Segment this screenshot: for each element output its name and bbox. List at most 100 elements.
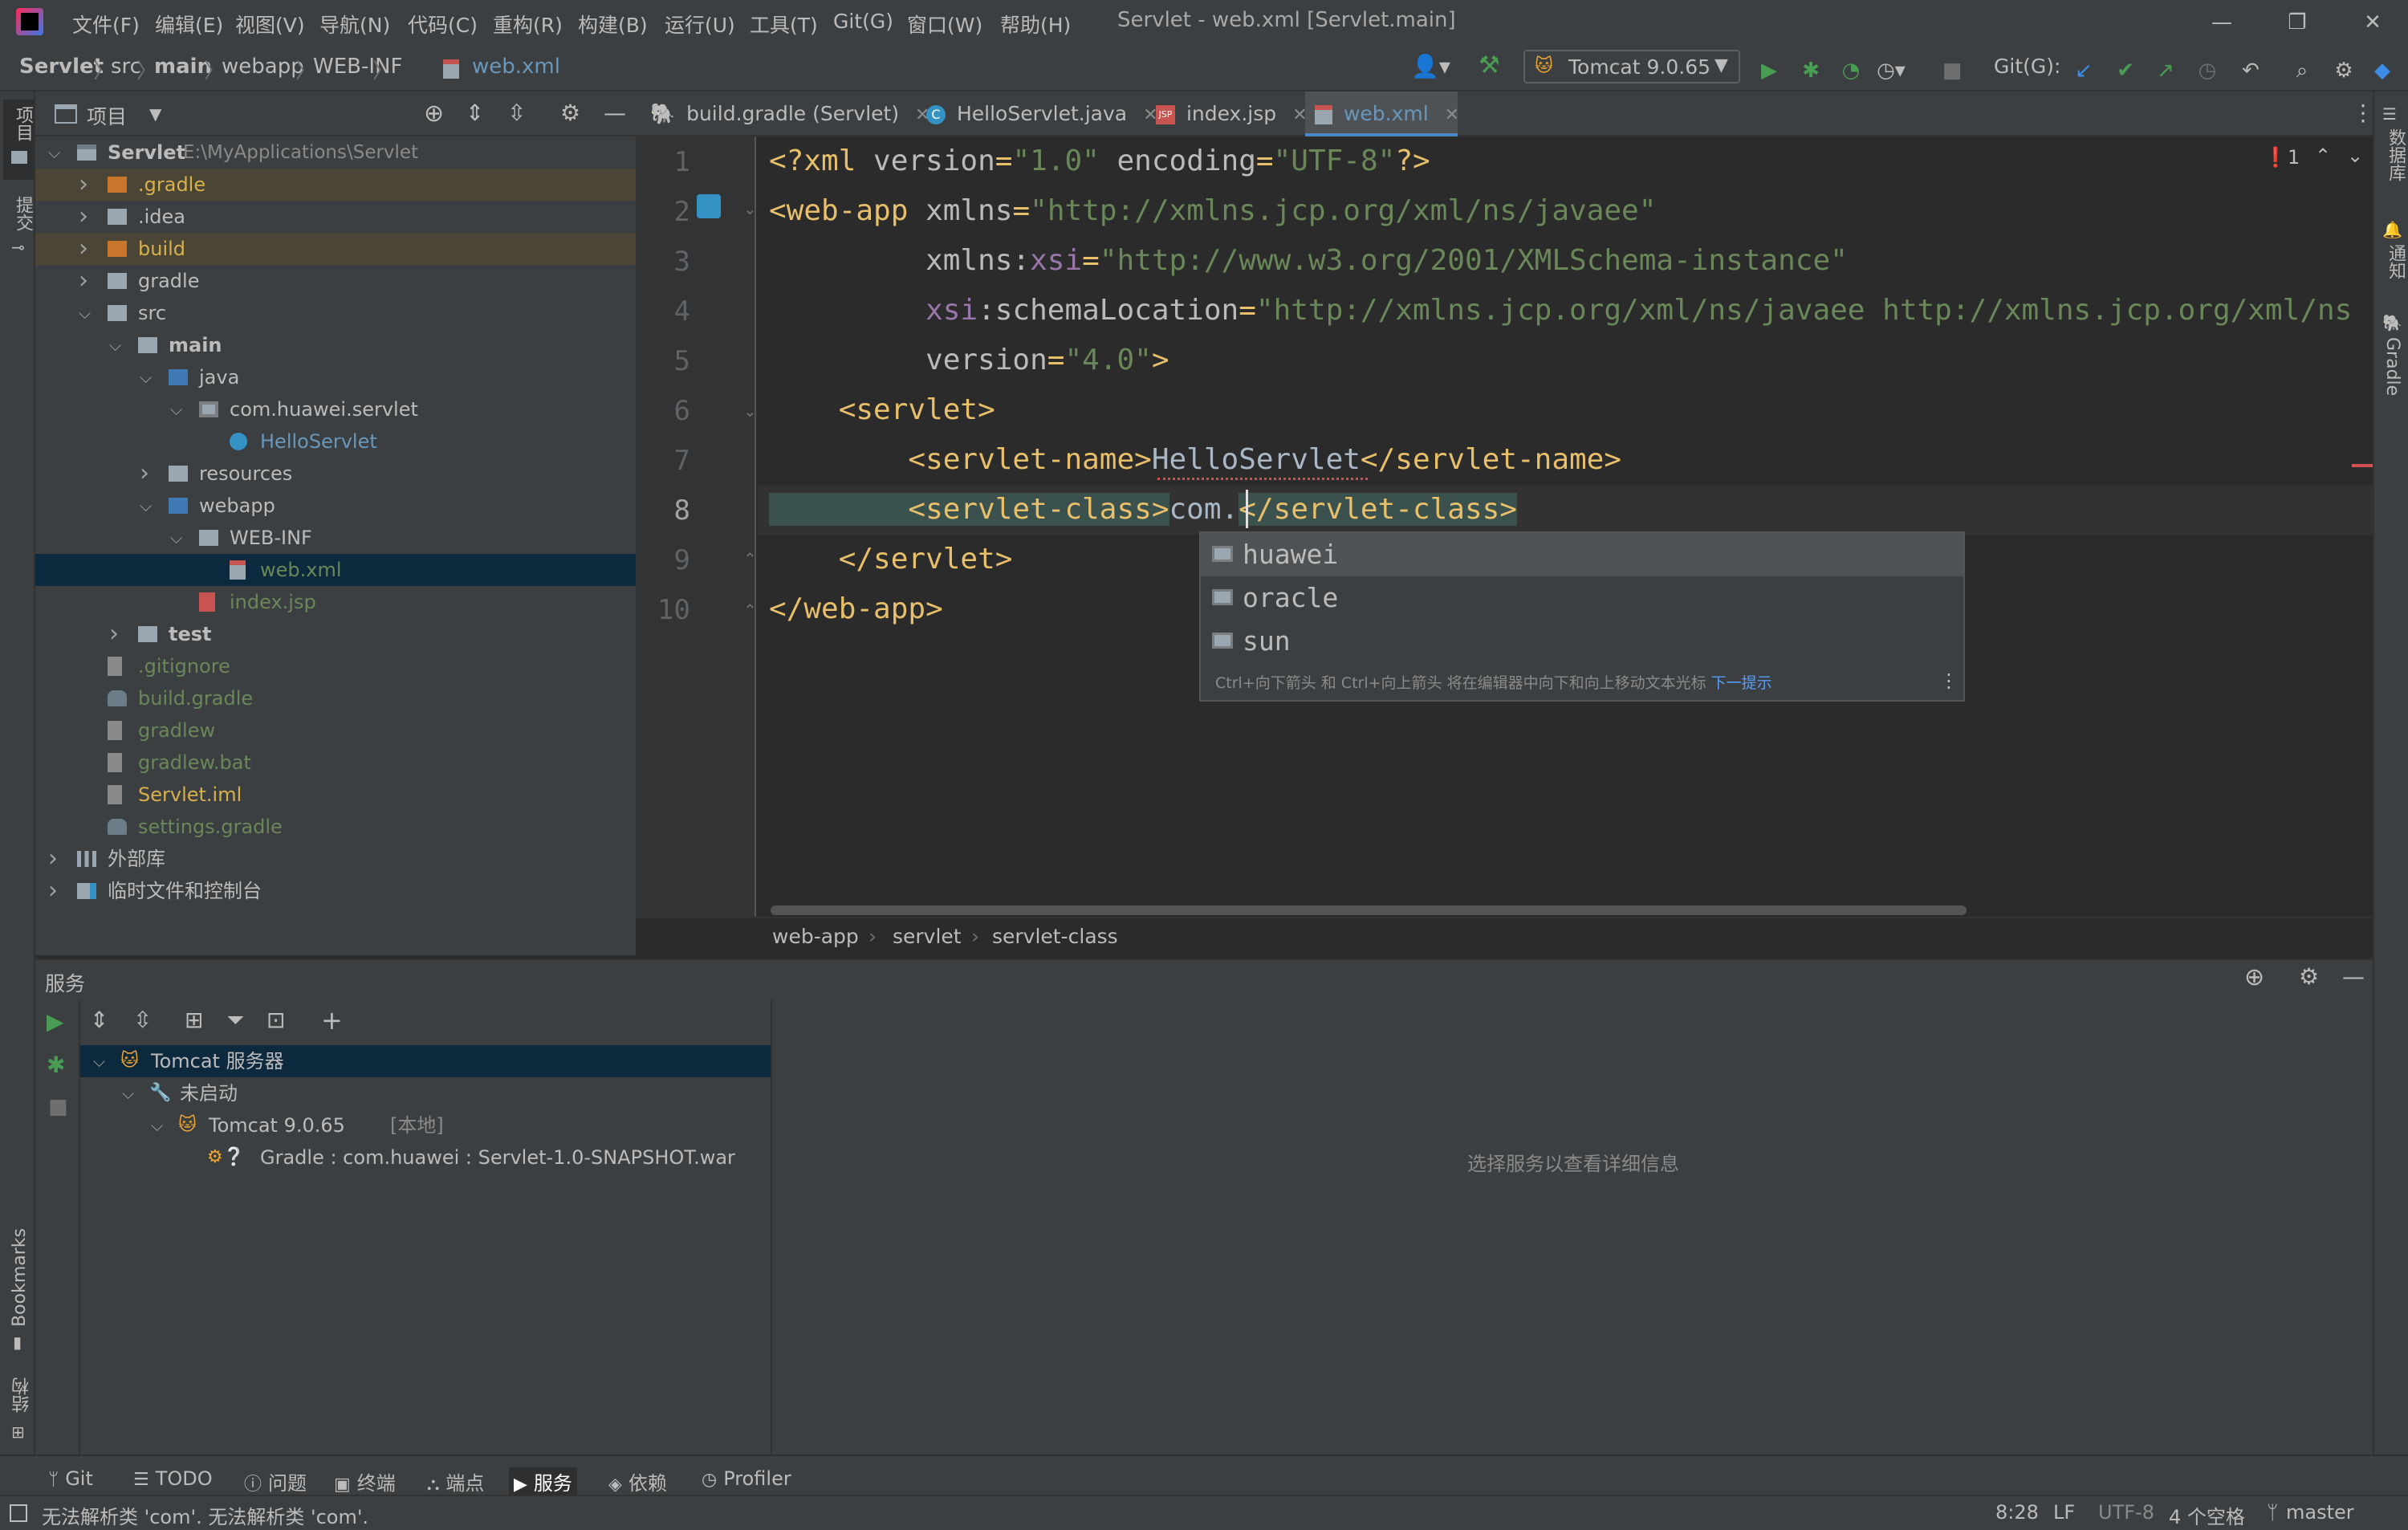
tab-web-xml[interactable]: web.xml ✕: [1305, 92, 1459, 136]
error-count[interactable]: 1: [2288, 146, 2300, 169]
project-tree-item[interactable]: gradlew.bat: [35, 747, 636, 779]
tab-index-jsp[interactable]: JSP index.jsp ✕: [1149, 92, 1308, 136]
code-line[interactable]: xsi:schemaLocation="http://xmlns.jcp.org…: [769, 286, 2352, 336]
breadcrumb-web-app[interactable]: web-app: [772, 925, 859, 948]
expand-all-icon[interactable]: ⇕: [466, 100, 484, 126]
structure-tool-button[interactable]: 结构 ⊞: [3, 1374, 34, 1447]
code-line[interactable]: </web-app>: [769, 584, 943, 634]
menu-item-8[interactable]: 工具(T): [750, 10, 818, 39]
menu-item-9[interactable]: Git(G): [833, 10, 893, 33]
services-tree-item[interactable]: ⌵ 🐱 Tomcat 9.0.65 [本地]: [80, 1109, 771, 1141]
fold-icon[interactable]: ⌄: [743, 401, 757, 421]
tool-window-6[interactable]: ◈ 依赖: [608, 1467, 667, 1495]
fold-icon[interactable]: ⌄: [743, 199, 757, 218]
chevron-down-icon[interactable]: ⌵: [93, 1045, 105, 1077]
code-line[interactable]: <servlet>: [769, 385, 995, 435]
git-update-icon[interactable]: ↙: [2069, 56, 2098, 85]
horizontal-scrollbar[interactable]: [771, 905, 1967, 915]
menu-item-10[interactable]: 窗口(W): [907, 10, 982, 39]
project-panel-title[interactable]: 项目: [87, 101, 127, 130]
panel-settings-gear-icon[interactable]: ⚙: [2299, 963, 2319, 990]
project-tree-item[interactable]: › .idea: [35, 201, 636, 233]
completion-item[interactable]: sun: [1201, 620, 1963, 663]
close-window-button[interactable]: ✕: [2357, 6, 2389, 39]
fold-icon[interactable]: ⌃: [743, 600, 757, 620]
git-push-icon[interactable]: ↗: [2151, 56, 2180, 85]
tool-window-4[interactable]: ⛬ 端点: [427, 1467, 484, 1495]
project-tree-item[interactable]: ⌵ WEB-INF: [35, 522, 636, 554]
search-icon[interactable]: ⌕: [2288, 56, 2316, 85]
chevron-down-icon[interactable]: ⌵: [170, 522, 182, 554]
fold-icon[interactable]: ⌃: [743, 549, 757, 568]
notifications-tool-button[interactable]: 🔔 通知: [2377, 220, 2406, 292]
services-tree-item[interactable]: ⚙❔ Gradle : com.huawei : Servlet-1.0-SNAP…: [80, 1141, 771, 1174]
project-tree-item[interactable]: › 临时文件和控制台: [35, 875, 636, 907]
services-tree-item[interactable]: ⌵ 🐱 Tomcat 服务器: [80, 1045, 771, 1077]
bookmarks-tool-button[interactable]: Bookmarks ▮: [3, 1225, 34, 1353]
run-icon[interactable]: ▶: [47, 1008, 64, 1035]
profile-icon[interactable]: ◷▾: [1877, 56, 1906, 85]
chevron-down-icon[interactable]: ⌵: [79, 297, 91, 329]
new-tab-icon[interactable]: ⊡: [266, 1007, 285, 1033]
tab-helloservlet-java[interactable]: C HelloServlet.java ✕: [920, 92, 1158, 136]
close-icon[interactable]: ✕: [1445, 105, 1459, 125]
code-line[interactable]: xmlns:xsi="http://www.w3.org/2001/XMLSch…: [769, 236, 1848, 286]
code-line[interactable]: <?xml version="1.0" encoding="UTF-8"?>: [769, 136, 1430, 186]
stop-icon[interactable]: ■: [1938, 56, 1967, 85]
project-tree-item[interactable]: web.xml: [35, 554, 636, 586]
stop-icon[interactable]: ■: [48, 1095, 68, 1119]
project-tree-item[interactable]: ⌵ java: [35, 361, 636, 393]
locate-icon[interactable]: ⊕: [2244, 963, 2264, 991]
tool-window-1[interactable]: ☰ TODO: [133, 1467, 213, 1490]
project-tree-item[interactable]: build.gradle: [35, 682, 636, 714]
menu-item-11[interactable]: 帮助(H): [1000, 10, 1071, 39]
chevron-down-icon[interactable]: ⌵: [140, 490, 152, 522]
chevron-down-icon[interactable]: ▼: [149, 104, 161, 124]
panel-settings-gear-icon[interactable]: ⚙: [560, 100, 580, 126]
tool-window-7[interactable]: ◷ Profiler: [702, 1467, 791, 1490]
project-tree-item[interactable]: HelloServlet: [35, 425, 636, 458]
next-tip-link[interactable]: 下一提示: [1711, 674, 1772, 692]
commit-tool-button[interactable]: 提交 ⊸: [3, 189, 34, 262]
nav-crumb-0[interactable]: Servlet: [19, 55, 104, 79]
project-tree-item[interactable]: ⌵ main: [35, 329, 636, 361]
git-commit-icon[interactable]: ✔: [2111, 56, 2140, 85]
code-line[interactable]: </servlet>: [769, 535, 1013, 584]
web-icon-gutter[interactable]: [697, 194, 721, 218]
project-tree-item[interactable]: index.jsp: [35, 586, 636, 618]
debug-icon[interactable]: ✱: [47, 1052, 65, 1078]
project-tree-item[interactable]: settings.gradle: [35, 811, 636, 843]
chevron-right-icon[interactable]: ›: [79, 233, 88, 265]
project-tree-item[interactable]: ⌵ com.huawei.servlet: [35, 393, 636, 425]
project-tree-item[interactable]: › build: [35, 233, 636, 265]
project-tree-item[interactable]: › resources: [35, 458, 636, 490]
filter-icon[interactable]: ⏷: [226, 1007, 244, 1034]
group-icon[interactable]: ⊞: [185, 1007, 203, 1033]
status-square-icon[interactable]: [10, 1504, 27, 1522]
code-line[interactable]: <web-app xmlns="http://xmlns.jcp.org/xml…: [769, 186, 1656, 236]
project-tree-item[interactable]: .gitignore: [35, 650, 636, 682]
menu-item-0[interactable]: 文件(F): [72, 10, 140, 39]
git-history-icon[interactable]: ◷: [2193, 56, 2222, 85]
expand-all-icon[interactable]: ⇕: [90, 1007, 108, 1033]
chevron-right-icon[interactable]: ›: [79, 201, 88, 233]
line-separator[interactable]: LF: [2053, 1501, 2075, 1524]
tab-build-gradle[interactable]: 🐘 build.gradle (Servlet) ✕: [642, 92, 929, 136]
code-line[interactable]: <servlet-class>com.</servlet-class>: [769, 485, 1517, 535]
run-config-selector[interactable]: 🐱 Tomcat 9.0.65 ▼: [1523, 50, 1740, 83]
user-icon[interactable]: 👤▾: [1411, 53, 1450, 79]
chevron-right-icon[interactable]: ›: [48, 843, 58, 875]
settings-gear-icon[interactable]: ⚙: [2329, 56, 2358, 85]
chevron-down-icon[interactable]: ⌵: [122, 1077, 134, 1109]
chevron-down-icon[interactable]: ⌵: [170, 393, 182, 425]
tabs-more-icon[interactable]: ⋮: [2352, 100, 2374, 126]
chevron-down-icon[interactable]: ⌵: [140, 361, 152, 393]
tool-window-3[interactable]: ▣ 终端: [334, 1467, 396, 1495]
breadcrumb-servlet[interactable]: servlet: [893, 925, 962, 948]
add-icon[interactable]: +: [321, 1005, 343, 1036]
collapse-all-icon[interactable]: ⇳: [133, 1007, 152, 1033]
completion-item[interactable]: oracle: [1201, 576, 1963, 620]
chevron-down-icon[interactable]: ⌵: [109, 329, 121, 361]
completion-item[interactable]: huawei: [1201, 533, 1963, 576]
nav-crumb-3[interactable]: webapp: [222, 55, 304, 79]
